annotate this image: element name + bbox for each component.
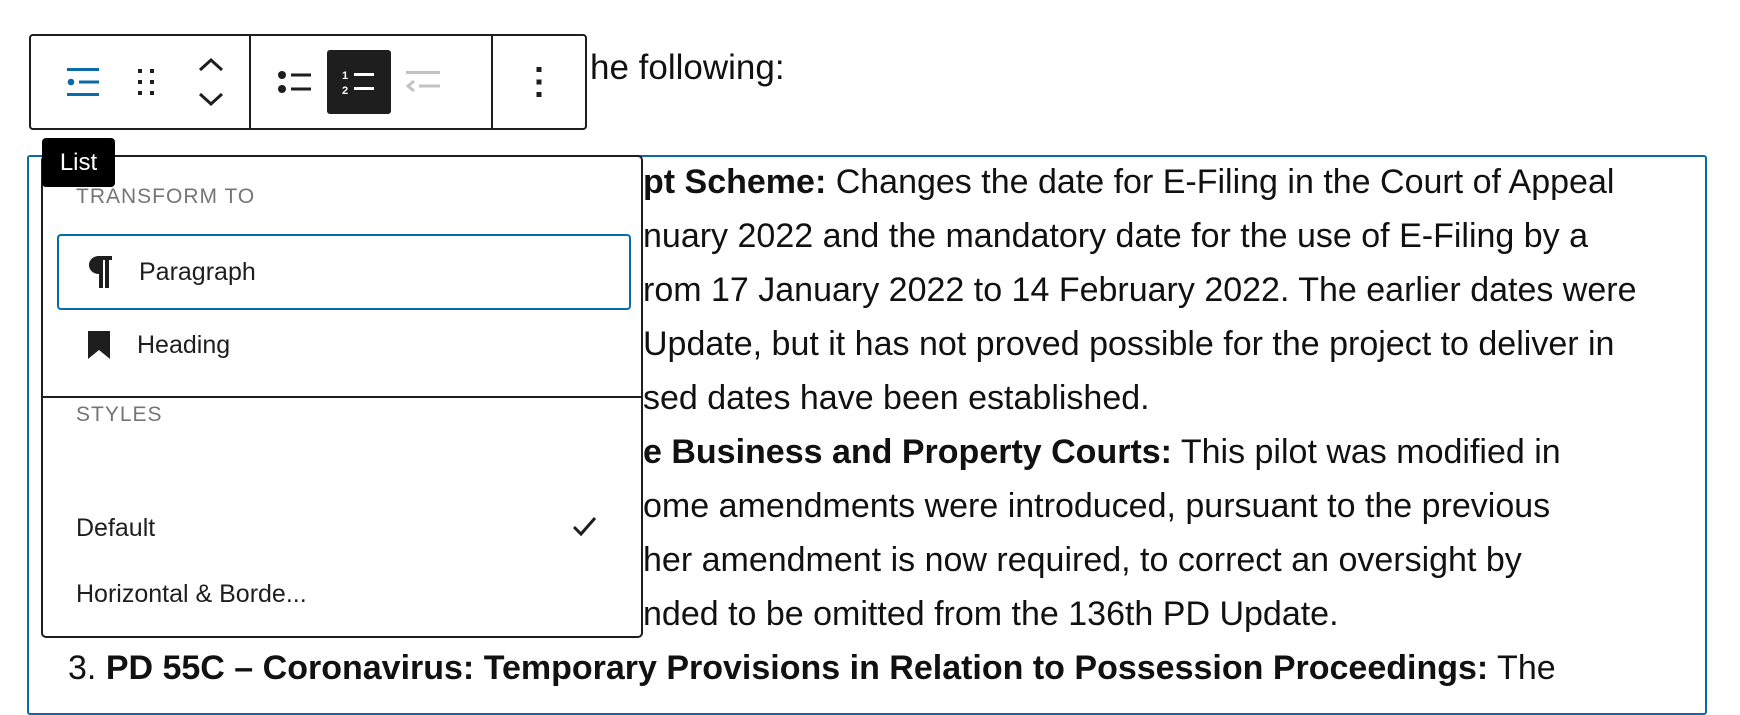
block-switcher-popover: TRANSFORM TO Paragraph Heading STYLES De… bbox=[41, 155, 643, 638]
block-toolbar: 12 bbox=[29, 34, 587, 130]
ordered-list-button[interactable]: 12 bbox=[327, 50, 391, 114]
toolbar-group-list: 12 bbox=[249, 36, 491, 128]
transform-to-title: TRANSFORM TO bbox=[76, 185, 256, 208]
toolbar-group-block bbox=[31, 36, 249, 128]
popover-divider bbox=[43, 396, 641, 398]
drag-handle-button[interactable] bbox=[115, 50, 179, 114]
transform-heading-label: Heading bbox=[137, 330, 231, 359]
styles-title: STYLES bbox=[76, 403, 163, 426]
move-up-down-button[interactable] bbox=[179, 50, 243, 114]
list-line[interactable]: pt Scheme: Changes the date for E-Filing… bbox=[643, 155, 1614, 209]
list-item-text: nuary 2022 and the mandatory date for th… bbox=[643, 217, 1589, 255]
list-item-number: 3. bbox=[68, 649, 97, 687]
list-item-text: The bbox=[1488, 649, 1556, 687]
paragraph-icon bbox=[81, 254, 121, 290]
block-type-tooltip: List bbox=[42, 138, 115, 187]
style-horizontal-borders-label: Horizontal & Borde... bbox=[76, 579, 307, 608]
list-line[interactable]: sed dates have been established. bbox=[643, 371, 1150, 425]
list-item-text: her amendment is now required, to correc… bbox=[643, 541, 1522, 579]
list-line[interactable]: her amendment is now required, to correc… bbox=[643, 533, 1522, 587]
list-line[interactable]: Update, but it has not proved possible f… bbox=[643, 317, 1614, 371]
list-item-text: nded to be omitted from the 136th PD Upd… bbox=[643, 595, 1339, 633]
list-line[interactable]: e Business and Property Courts: This pil… bbox=[643, 425, 1561, 479]
list-item-title: pt Scheme: bbox=[643, 163, 827, 201]
checkmark-icon bbox=[572, 515, 598, 546]
outdent-icon bbox=[405, 67, 441, 97]
vertical-ellipsis-icon bbox=[535, 66, 543, 98]
list-line[interactable]: ome amendments were introduced, pursuant… bbox=[643, 479, 1550, 533]
drag-handle-icon bbox=[135, 66, 159, 98]
list-item-text: ome amendments were introduced, pursuant… bbox=[643, 487, 1551, 525]
list-line[interactable]: nded to be omitted from the 136th PD Upd… bbox=[643, 587, 1339, 641]
heading-bookmark-icon bbox=[79, 330, 119, 360]
toolbar-group-options bbox=[491, 36, 585, 128]
bulleted-list-icon bbox=[277, 68, 313, 96]
style-horizontal-borders-item[interactable]: Horizontal & Borde... bbox=[57, 561, 631, 627]
list-item-text: sed dates have been established. bbox=[643, 379, 1150, 417]
svg-text:1: 1 bbox=[342, 70, 348, 82]
list-line[interactable]: rom 17 January 2022 to 14 February 2022.… bbox=[643, 263, 1637, 317]
chevron-up-down-icon bbox=[197, 57, 225, 107]
list-item-text: Changes the date for E-Filing in the Cou… bbox=[826, 163, 1615, 201]
style-default-label: Default bbox=[76, 513, 156, 542]
list-item-text: rom 17 January 2022 to 14 February 2022.… bbox=[643, 271, 1637, 309]
list-item-title: PD 55C – Coronavirus: Temporary Provisio… bbox=[105, 649, 1489, 687]
more-options-button[interactable] bbox=[507, 50, 571, 114]
transform-heading-item[interactable]: Heading bbox=[57, 307, 631, 383]
list-item-3[interactable]: 3. PD 55C – Coronavirus: Temporary Provi… bbox=[68, 641, 1556, 695]
numbered-list-icon: 12 bbox=[341, 67, 377, 97]
list-line[interactable]: nuary 2022 and the mandatory date for th… bbox=[643, 209, 1588, 263]
list-item-text: This pilot was modified in bbox=[1172, 433, 1561, 471]
outdent-button[interactable] bbox=[391, 50, 455, 114]
block-type-button[interactable] bbox=[51, 50, 115, 114]
svg-text:2: 2 bbox=[342, 85, 348, 97]
transform-paragraph-label: Paragraph bbox=[139, 257, 256, 286]
unordered-list-button[interactable] bbox=[263, 50, 327, 114]
transform-paragraph-item[interactable]: Paragraph bbox=[57, 234, 631, 310]
list-item-text: Update, but it has not proved possible f… bbox=[643, 325, 1615, 363]
list-block-icon bbox=[65, 64, 101, 100]
style-default-item[interactable]: Default bbox=[57, 495, 631, 561]
list-item-title: e Business and Property Courts: bbox=[643, 433, 1173, 471]
